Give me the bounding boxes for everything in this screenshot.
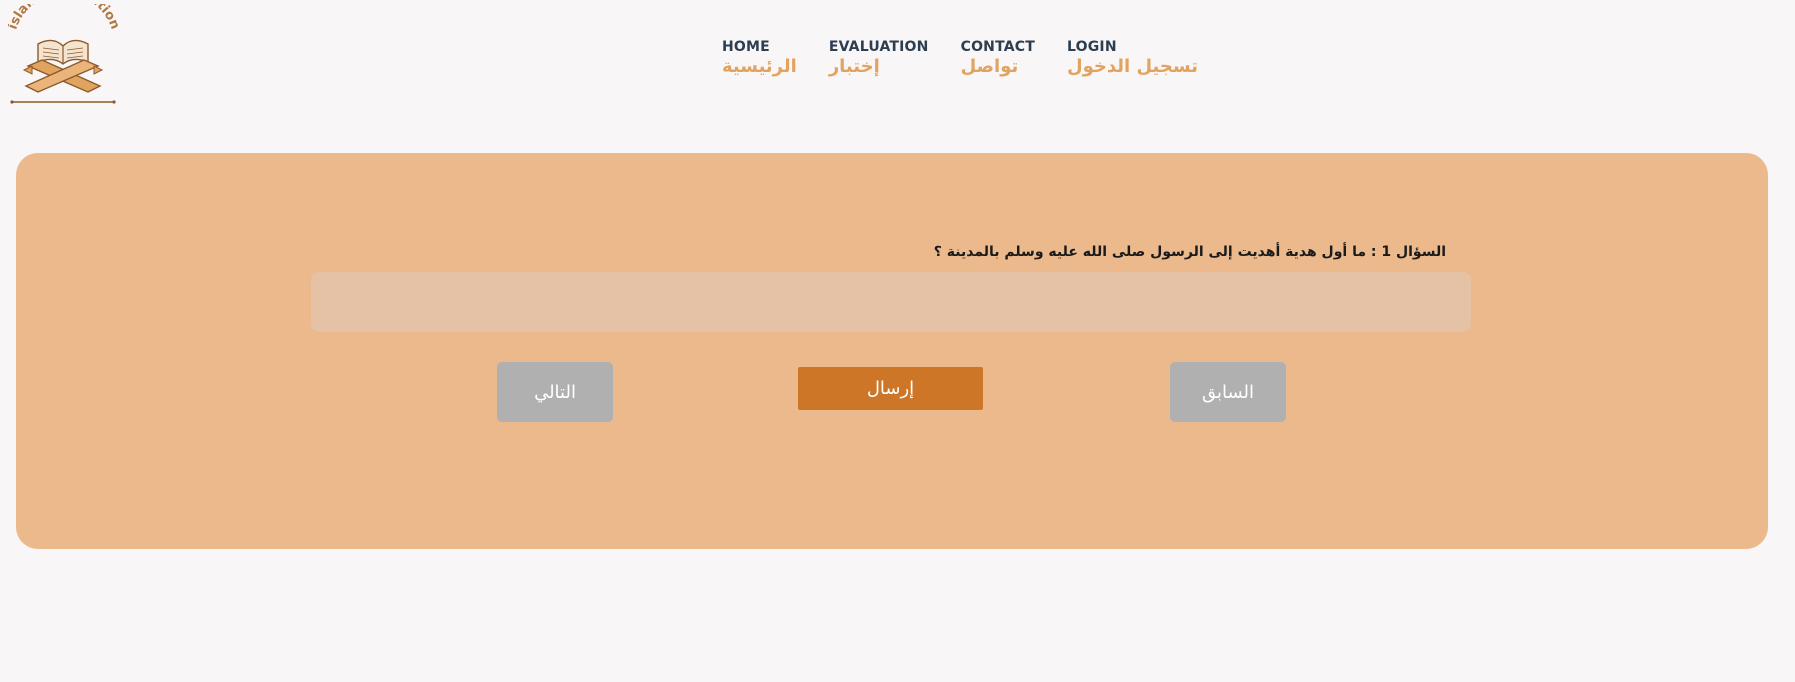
question-text: السؤال 1 : ما أول هدية أهديت إلى الرسول … [933,244,1446,260]
nav-home-label-en: HOME [722,39,770,55]
main-nav: HOME الرئيسية EVALUATION إختبار CONTACT … [722,38,1230,78]
nav-home[interactable]: HOME الرئيسية [722,38,797,78]
svg-text:islamic education: islamic education [8,4,118,31]
next-button[interactable]: التالي [497,362,613,422]
quiz-panel: السؤال 1 : ما أول هدية أهديت إلى الرسول … [16,153,1768,549]
nav-home-label-ar: الرئيسية [722,56,797,77]
nav-login-label-en: LOGIN [1067,39,1117,55]
quran-stand-icon: islamic education [8,4,118,104]
logo[interactable]: islamic education [8,4,118,106]
nav-contact-label-ar: تواصل [960,56,1019,77]
nav-evaluation-label-en: EVALUATION [828,39,929,55]
nav-evaluation-label-ar: إختبار [828,56,880,77]
submit-button[interactable]: إرسال [798,367,983,410]
answer-input[interactable] [311,272,1471,332]
nav-evaluation[interactable]: EVALUATION إختبار [829,38,929,78]
nav-contact-label-en: CONTACT [960,39,1036,55]
previous-button[interactable]: السابق [1170,362,1286,422]
nav-login-label-ar: تسجيل الدخول [1067,56,1198,77]
site-header: islamic education HOME الرئيسية [0,0,1795,110]
nav-login[interactable]: LOGIN تسجيل الدخول [1067,38,1198,78]
nav-contact[interactable]: CONTACT تواصل [961,38,1035,78]
logo-text: islamic education [8,4,118,31]
